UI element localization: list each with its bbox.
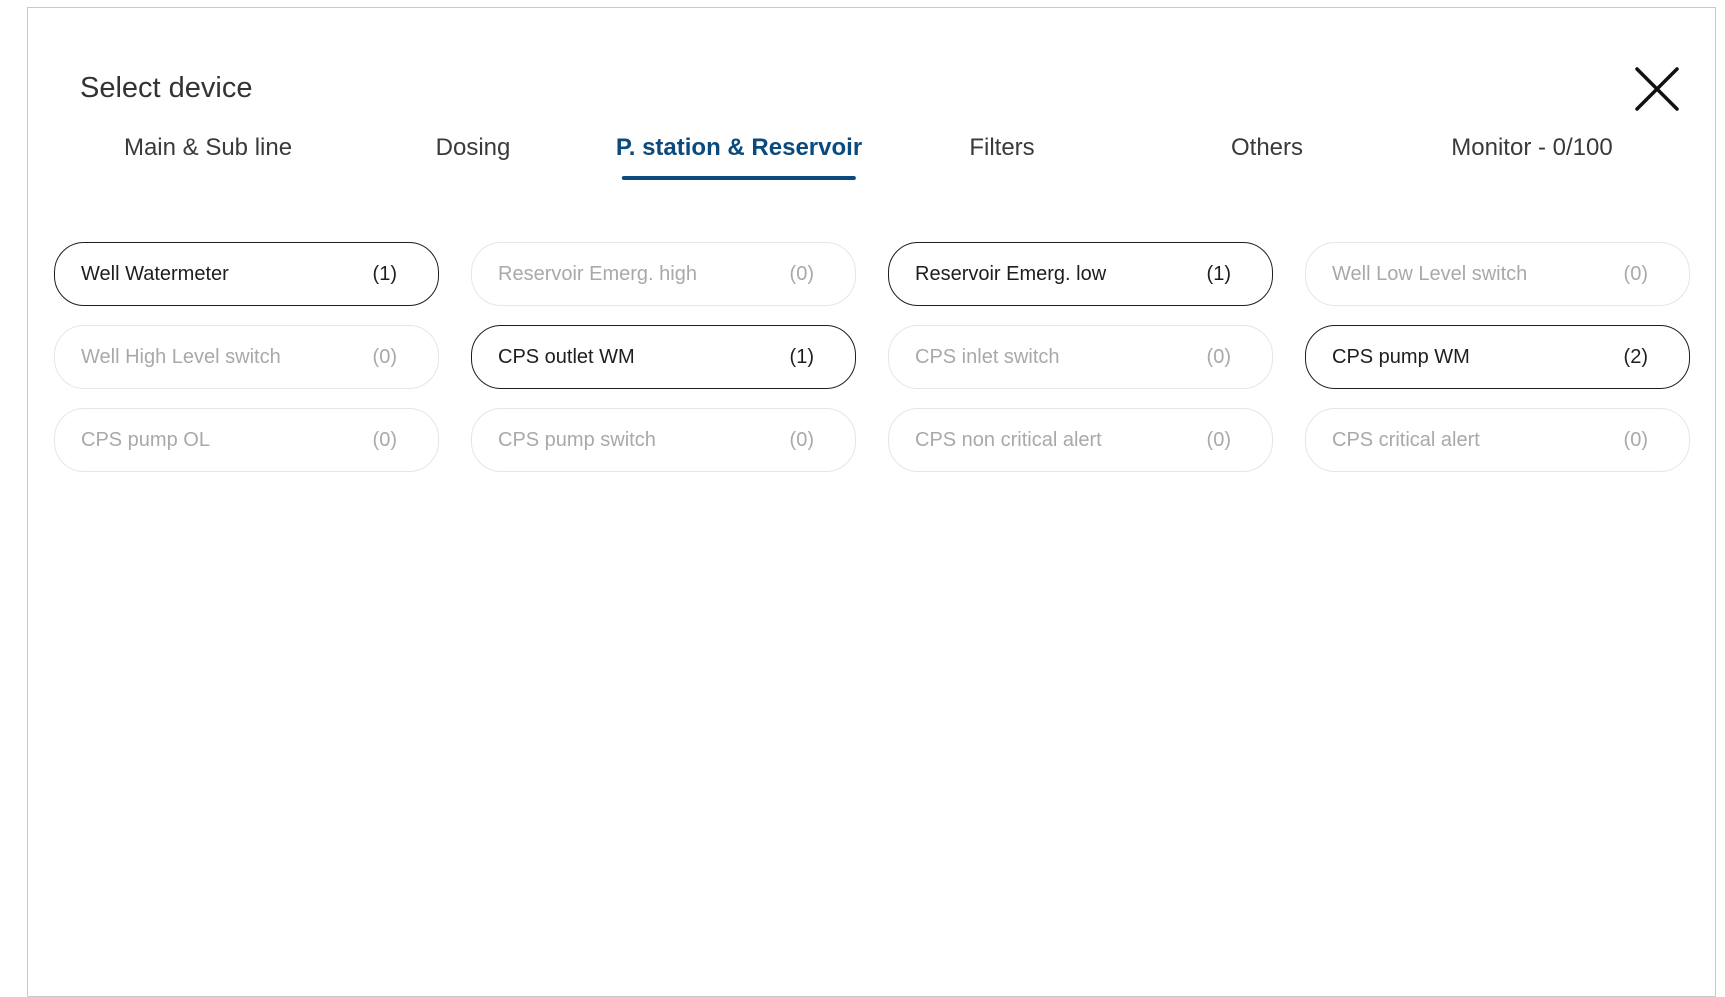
device-label: CPS non critical alert [915, 428, 1102, 451]
close-icon [1635, 67, 1679, 111]
device-well-low-level-switch: Well Low Level switch (0) [1305, 242, 1690, 306]
device-label: CPS pump OL [81, 428, 210, 451]
device-count: (0) [372, 345, 397, 368]
dialog-title: Select device [80, 72, 253, 104]
tab-main-sub-line[interactable]: Main & Sub line [124, 134, 292, 182]
device-label: Reservoir Emerg. high [498, 262, 697, 285]
tab-filters[interactable]: Filters [969, 134, 1034, 182]
device-count: (1) [789, 345, 814, 368]
device-cps-outlet-wm[interactable]: CPS outlet WM (1) [471, 325, 856, 389]
device-cps-pump-switch: CPS pump switch (0) [471, 408, 856, 472]
device-cps-inlet-switch: CPS inlet switch (0) [888, 325, 1273, 389]
device-count: (0) [1623, 428, 1648, 451]
device-label: Well High Level switch [81, 345, 281, 368]
device-count: (0) [372, 428, 397, 451]
device-reservoir-emerg-low[interactable]: Reservoir Emerg. low (1) [888, 242, 1273, 306]
select-device-dialog: Select device Main & Sub line Dosing P. … [27, 7, 1716, 997]
device-count: (2) [1623, 345, 1648, 368]
device-category-tabs: Main & Sub line Dosing P. station & Rese… [28, 134, 1717, 188]
device-well-watermeter[interactable]: Well Watermeter (1) [54, 242, 439, 306]
device-label: CPS outlet WM [498, 345, 635, 368]
device-grid: Well Watermeter (1) Reservoir Emerg. hig… [54, 242, 1691, 472]
device-label: CPS inlet switch [915, 345, 1060, 368]
device-count: (1) [1206, 262, 1231, 285]
device-count: (0) [789, 262, 814, 285]
tab-monitor[interactable]: Monitor - 0/100 [1451, 134, 1612, 182]
device-label: Well Watermeter [81, 262, 229, 285]
tab-dosing[interactable]: Dosing [436, 134, 511, 182]
device-label: Reservoir Emerg. low [915, 262, 1107, 285]
device-count: (1) [372, 262, 397, 285]
device-label: Well Low Level switch [1332, 262, 1528, 285]
tab-p-station-reservoir[interactable]: P. station & Reservoir [616, 134, 862, 182]
device-count: (0) [1206, 345, 1231, 368]
device-cps-pump-ol: CPS pump OL (0) [54, 408, 439, 472]
device-label: CPS pump switch [498, 428, 656, 451]
device-cps-non-critical-alert: CPS non critical alert (0) [888, 408, 1273, 472]
device-cps-critical-alert: CPS critical alert (0) [1305, 408, 1690, 472]
tab-others[interactable]: Others [1231, 134, 1303, 182]
device-cps-pump-wm[interactable]: CPS pump WM (2) [1305, 325, 1690, 389]
device-label: CPS critical alert [1332, 428, 1480, 451]
device-count: (0) [1206, 428, 1231, 451]
device-reservoir-emerg-high: Reservoir Emerg. high (0) [471, 242, 856, 306]
close-button[interactable] [1625, 57, 1689, 121]
device-well-high-level-switch: Well High Level switch (0) [54, 325, 439, 389]
device-label: CPS pump WM [1332, 345, 1470, 368]
device-count: (0) [1623, 262, 1648, 285]
device-count: (0) [789, 428, 814, 451]
